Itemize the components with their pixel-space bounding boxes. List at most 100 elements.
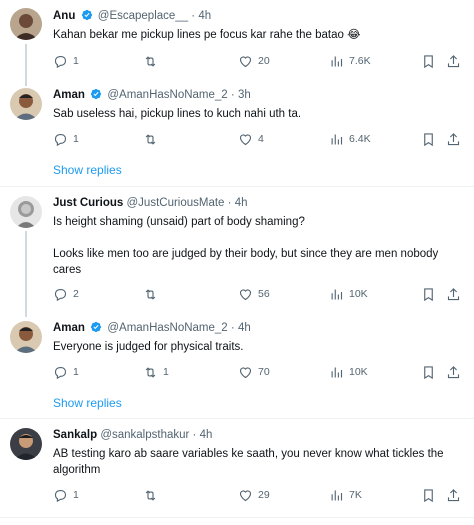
views-button[interactable]: 10K [329,286,368,302]
timestamp[interactable]: 4h [235,197,248,209]
author-name[interactable]: Sankalp [53,429,97,441]
author-name[interactable]: Aman [53,322,85,334]
tweet-text: AB testing karo ab saare variables ke sa… [53,448,444,476]
author-handle[interactable]: @JustCuriousMate [127,197,225,209]
analytics-icon [331,289,343,299]
tweet[interactable]: Just Curious @JustCuriousMate · 4h Is he… [0,188,474,313]
view-count: 6.4K [349,133,371,145]
like-button[interactable]: 70 [238,364,270,380]
show-replies-link[interactable]: Show replies [53,163,122,177]
views-button[interactable]: 7K [329,487,362,503]
like-count: 56 [258,288,270,300]
verified-badge-icon [90,88,102,100]
reply-button[interactable]: 1 [53,364,79,380]
timestamp[interactable]: 4h [238,322,251,334]
reply-count: 1 [73,366,79,378]
reply-count: 1 [73,55,79,67]
retweet-icon [145,489,156,501]
like-button[interactable]: 56 [238,286,270,302]
author-name[interactable]: Just Curious [53,197,123,209]
share-icon [447,54,460,67]
view-count: 7K [349,489,362,501]
share-button[interactable] [446,131,461,147]
heart-icon [239,489,252,501]
bookmark-button[interactable] [421,53,436,69]
timestamp[interactable]: 4h [198,10,211,22]
bookmark-button[interactable] [421,487,436,503]
author-handle[interactable]: @AmanHasNoName_2 [107,89,227,101]
avatar[interactable] [10,321,42,353]
analytics-icon [331,490,343,500]
heart-icon [239,366,252,378]
verified-badge-icon [90,321,102,333]
reply-icon [54,288,67,301]
tweet-text: Everyone is judged for physical traits. [53,341,244,353]
retweet-button[interactable]: 1 [143,364,169,380]
reply-count: 1 [73,489,79,501]
views-button[interactable]: 6.4K [329,131,371,147]
views-button[interactable]: 10K [329,364,368,380]
retweet-count: 1 [163,366,169,378]
bookmark-button[interactable] [421,364,436,380]
author-name[interactable]: Anu [53,10,75,22]
divider [0,418,474,419]
reply-button[interactable]: 1 [53,131,79,147]
reply-button[interactable]: 2 [53,286,79,302]
share-icon [447,365,460,378]
tweet-text: Is height shaming (unsaid) part of body … [53,216,439,276]
reply-icon [54,133,67,146]
reply-button[interactable]: 1 [53,487,79,503]
tweet[interactable]: Sankalp @sankalpsthakur · 4h AB testing … [0,420,474,516]
share-icon [447,132,460,145]
share-button[interactable] [446,487,461,503]
author-name[interactable]: Aman [53,89,85,101]
like-count: 4 [258,133,264,145]
author-handle[interactable]: @Escapeplace__ [98,10,188,22]
separator-dot: · [230,322,235,334]
retweet-icon [145,288,156,300]
timestamp[interactable]: 4h [200,429,213,441]
bookmark-button[interactable] [421,286,436,302]
heart-icon [239,288,252,300]
view-count: 10K [349,366,368,378]
avatar[interactable] [10,196,42,228]
view-count: 7.6K [349,55,371,67]
retweet-button[interactable] [143,131,163,147]
avatar[interactable] [10,428,42,460]
share-icon [447,287,460,300]
retweet-icon [145,366,156,378]
bookmark-icon [424,54,433,68]
reply-icon [54,55,67,68]
like-button[interactable]: 29 [238,487,270,503]
tweet[interactable]: Anu @Escapeplace__ · 4h Kahan bekar me p… [0,0,474,80]
tweet[interactable]: Aman @AmanHasNoName_2 · 4h Everyone is j… [0,317,474,397]
show-replies-link[interactable]: Show replies [53,396,122,410]
bookmark-button[interactable] [421,131,436,147]
retweet-button[interactable] [143,53,163,69]
tweet-text: Kahan bekar me pickup lines pe focus kar… [53,29,361,41]
share-button[interactable] [446,364,461,380]
analytics-icon [331,56,343,66]
reply-icon [54,489,67,502]
tweet-text: Sab useless hai, pickup lines to kuch na… [53,108,302,120]
author-handle[interactable]: @AmanHasNoName_2 [107,322,227,334]
share-button[interactable] [446,286,461,302]
heart-icon [239,133,252,145]
views-button[interactable]: 7.6K [329,53,371,69]
retweet-button[interactable] [143,487,163,503]
separator-dot: · [192,429,197,441]
retweet-button[interactable] [143,286,163,302]
avatar[interactable] [10,88,42,120]
reply-feed: Anu @Escapeplace__ · 4h Kahan bekar me p… [0,0,474,525]
like-count: 29 [258,489,270,501]
like-button[interactable]: 4 [238,131,264,147]
timestamp[interactable]: 3h [238,89,251,101]
tweet[interactable]: Aman @AmanHasNoName_2 · 3h Sab useless h… [0,84,474,164]
share-button[interactable] [446,53,461,69]
divider [0,517,474,518]
reply-button[interactable]: 1 [53,53,79,69]
avatar[interactable] [10,8,42,40]
author-handle[interactable]: @sankalpsthakur [100,429,189,441]
like-count: 70 [258,366,270,378]
like-button[interactable]: 20 [238,53,270,69]
